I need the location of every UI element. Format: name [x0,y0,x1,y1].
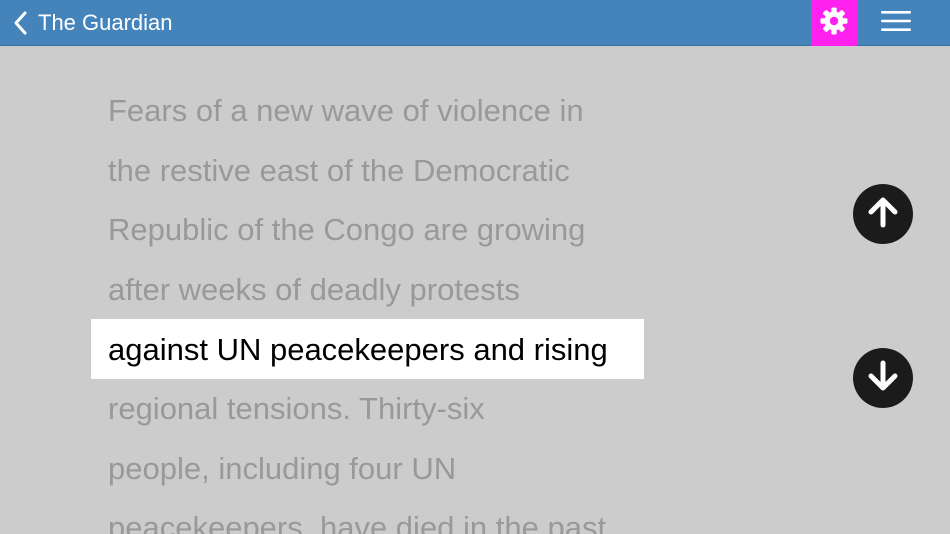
text-line: the restive east of the Democratic [108,153,570,188]
scroll-up-button[interactable] [853,184,913,244]
settings-button[interactable] [811,0,857,46]
menu-button[interactable] [872,0,920,46]
gear-icon [819,6,849,41]
page-title: The Guardian [38,10,173,35]
text-line: after weeks of deadly protests [108,272,520,307]
highlighted-text-line: against UN peacekeepers and rising [108,332,608,367]
text-line: Fears of a new wave of violence in [108,93,584,128]
hamburger-menu-icon [881,10,911,37]
scroll-down-button[interactable] [853,348,913,408]
text-line: regional tensions. Thirty-six [108,391,485,426]
arrow-down-icon [865,358,901,399]
back-button[interactable]: The Guardian [14,0,173,46]
navigation-bar: The Guardian [0,0,950,46]
arrow-up-icon [865,194,901,235]
text-line: peacekeepers, have died in the past [108,510,607,534]
text-line: Republic of the Congo are growing [108,212,586,247]
chevron-left-icon [14,11,28,35]
text-line: people, including four UN [108,451,457,486]
reader-area[interactable]: Fears of a new wave of violence in the r… [0,46,950,534]
